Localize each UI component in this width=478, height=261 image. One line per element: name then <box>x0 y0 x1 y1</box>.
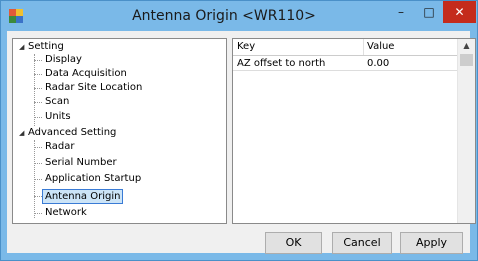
column-header-value[interactable]: Value <box>367 41 394 52</box>
property-grid[interactable]: Key Value AZ offset to north 0.00 ▲ <box>232 38 476 224</box>
expand-chevron-icon[interactable]: ◢ <box>19 129 24 137</box>
tree-item-radar-site-location[interactable]: Radar Site Location <box>45 81 142 94</box>
tree-connector <box>34 117 42 118</box>
tree-connector <box>34 147 42 148</box>
scrollbar-thumb[interactable] <box>460 54 473 66</box>
tree-item-antenna-origin[interactable]: Antenna Origin <box>42 189 124 204</box>
tree-connector <box>34 213 42 214</box>
grid-header: Key Value <box>233 39 457 56</box>
tree-connector <box>34 54 35 126</box>
tree-item-units[interactable]: Units <box>45 110 71 123</box>
row-key: AZ offset to north <box>237 58 326 69</box>
maximize-button[interactable]: □ <box>415 1 443 23</box>
tree-group-setting[interactable]: Setting <box>28 40 64 53</box>
settings-tree[interactable]: ◢ Setting Display Data Acquisition Radar… <box>12 38 227 224</box>
tree-connector <box>34 163 42 164</box>
minimize-button[interactable]: – <box>387 1 415 23</box>
tree-item-radar[interactable]: Radar <box>45 140 74 153</box>
tree-connector <box>34 102 42 103</box>
tree-connector <box>34 88 42 89</box>
column-header-key[interactable]: Key <box>237 41 255 52</box>
vertical-scrollbar[interactable]: ▲ <box>457 39 475 223</box>
tree-connector <box>34 60 42 61</box>
table-row[interactable]: AZ offset to north 0.00 <box>233 56 457 71</box>
tree-connector <box>34 74 42 75</box>
scroll-up-icon[interactable]: ▲ <box>458 39 475 53</box>
tree-connector <box>34 179 42 180</box>
tree-item-scan[interactable]: Scan <box>45 95 69 108</box>
tree-item-network[interactable]: Network <box>45 206 87 219</box>
tree-item-data-acquisition[interactable]: Data Acquisition <box>45 67 127 80</box>
row-value[interactable]: 0.00 <box>367 58 389 69</box>
column-separator[interactable] <box>363 39 364 55</box>
close-button[interactable]: ✕ <box>443 1 476 23</box>
window-title: Antenna Origin <WR110> <box>132 8 316 24</box>
tree-group-advanced-setting[interactable]: Advanced Setting <box>28 126 116 139</box>
ok-button[interactable]: OK <box>265 232 322 254</box>
app-icon <box>9 9 23 23</box>
tree-item-display[interactable]: Display <box>45 53 82 66</box>
tree-item-serial-number[interactable]: Serial Number <box>45 156 117 169</box>
title-bar[interactable]: Antenna Origin <WR110> – □ ✕ <box>1 1 477 31</box>
apply-button[interactable]: Apply <box>400 232 463 254</box>
expand-chevron-icon[interactable]: ◢ <box>19 43 24 51</box>
cancel-button[interactable]: Cancel <box>332 232 392 254</box>
tree-connector <box>34 196 42 197</box>
tree-item-application-startup[interactable]: Application Startup <box>45 172 141 185</box>
